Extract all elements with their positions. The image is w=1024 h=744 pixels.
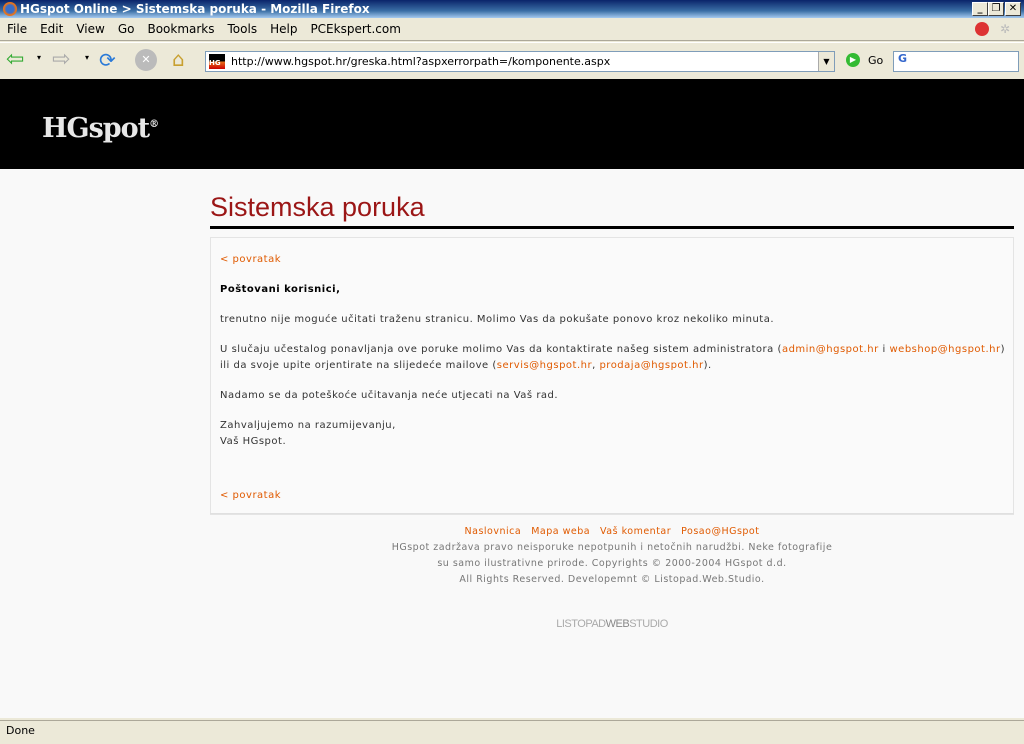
- minimize-button[interactable]: _: [972, 2, 988, 16]
- contact-paragraph: U slučaju učestalog ponavljanja ove poru…: [220, 342, 1005, 374]
- navigation-toolbar: ⇦ ▾ ⇨ ▾ ⟳ ✕ ⌂ HG http://www.hgspot.hr/gr…: [0, 42, 1024, 78]
- logo-part: STUDIO: [629, 618, 668, 630]
- menu-bar: File Edit View Go Bookmarks Tools Help PCEksper…: [0, 18, 1024, 41]
- maximize-button[interactable]: ❐: [988, 2, 1004, 16]
- forward-icon[interactable]: ⇨: [52, 47, 70, 72]
- menu-file[interactable]: File: [7, 22, 27, 36]
- email-prodaja-link[interactable]: prodaja@hgspot.hr: [599, 360, 703, 371]
- stop-icon[interactable]: ✕: [135, 49, 157, 71]
- firefox-icon: [3, 2, 17, 16]
- back-link-top[interactable]: < povratak: [220, 254, 281, 265]
- status-text: Done: [6, 724, 35, 737]
- title-bar: HGspot Online > Sistemska poruka - Mozil…: [0, 0, 1024, 18]
- footer-link-posao[interactable]: Posao@HGspot: [681, 526, 759, 537]
- logo-part: WEB: [605, 618, 630, 630]
- status-bar: Done: [0, 720, 1024, 744]
- site-header: HGspot®: [0, 79, 1024, 169]
- message-paragraph: trenutno nije moguće učitati traženu str…: [220, 314, 775, 325]
- logo-text: HGspot: [42, 113, 150, 144]
- text: i: [878, 344, 890, 355]
- throbber-icon: ✲: [1000, 22, 1011, 36]
- home-icon[interactable]: ⌂: [172, 47, 185, 71]
- url-dropdown-icon[interactable]: ▼: [818, 52, 834, 71]
- email-admin-link[interactable]: admin@hgspot.hr: [782, 344, 879, 355]
- apology-paragraph: Nadamo se da poteškoće učitavanja neće u…: [220, 390, 559, 401]
- back-icon[interactable]: ⇦: [6, 47, 24, 72]
- footer-link-komentar[interactable]: Vaš komentar: [600, 526, 671, 537]
- forward-dropdown-icon[interactable]: ▾: [85, 53, 89, 62]
- go-button[interactable]: Go: [868, 54, 883, 67]
- greeting: Poštovani korisnici,: [220, 284, 341, 295]
- listopad-web-studio-logo[interactable]: LISTOPADWEBSTUDIO: [210, 616, 1014, 632]
- hgspot-logo[interactable]: HGspot®: [42, 113, 159, 144]
- google-icon: G: [898, 52, 908, 65]
- close-button[interactable]: ✕: [1005, 2, 1021, 16]
- menu-bookmarks[interactable]: Bookmarks: [147, 22, 214, 36]
- text: U slučaju učestalog ponavljanja ove poru…: [220, 344, 782, 355]
- go-icon[interactable]: ▶: [846, 53, 860, 67]
- window-title: HGspot Online > Sistemska poruka - Mozil…: [20, 2, 370, 16]
- footer-link-naslovnica[interactable]: Naslovnica: [465, 526, 522, 537]
- main-content: Sistemska poruka < povratak Poštovani ko…: [210, 192, 1014, 515]
- search-box[interactable]: G: [893, 51, 1019, 72]
- menu-help[interactable]: Help: [270, 22, 297, 36]
- menu-view[interactable]: View: [76, 22, 104, 36]
- stop-sign-icon[interactable]: [975, 22, 989, 36]
- url-bar[interactable]: HG http://www.hgspot.hr/greska.html?aspx…: [205, 51, 835, 72]
- menu-go[interactable]: Go: [118, 22, 135, 36]
- url-text[interactable]: http://www.hgspot.hr/greska.html?aspxerr…: [231, 55, 610, 68]
- footer-rights: All Rights Reserved. Developemnt © Listo…: [459, 574, 765, 585]
- signature: Vaš HGspot.: [220, 436, 287, 447]
- site-favicon: HG: [209, 54, 225, 69]
- back-link-bottom[interactable]: < povratak: [220, 490, 281, 501]
- text: ).: [703, 360, 712, 371]
- reload-icon[interactable]: ⟳: [99, 48, 116, 72]
- logo-part: LISTOPAD: [556, 618, 606, 630]
- back-dropdown-icon[interactable]: ▾: [37, 53, 41, 62]
- footer-text: HGspot zadržava pravo neisporuke nepotpu…: [391, 542, 833, 553]
- page-viewport: HGspot® Sistemska poruka < povratak Pošt…: [0, 79, 1024, 718]
- footer-copyright: su samo ilustrativne prirode. Copyrights…: [437, 558, 787, 569]
- menu-tools[interactable]: Tools: [228, 22, 258, 36]
- message-box: < povratak Poštovani korisnici, trenutno…: [210, 237, 1014, 515]
- menu-edit[interactable]: Edit: [40, 22, 63, 36]
- menu-pcekspert[interactable]: PCEkspert.com: [310, 22, 400, 36]
- page-title: Sistemska poruka: [210, 192, 1014, 229]
- site-footer: Naslovnica Mapa weba Vaš komentar Posao@HGs…: [210, 513, 1014, 632]
- thanks-text: Zahvaljujemo na razumijevanju,: [220, 420, 396, 431]
- footer-link-mapa-weba[interactable]: Mapa weba: [531, 526, 590, 537]
- email-webshop-link[interactable]: webshop@hgspot.hr: [889, 344, 1000, 355]
- email-servis-link[interactable]: servis@hgspot.hr: [497, 360, 592, 371]
